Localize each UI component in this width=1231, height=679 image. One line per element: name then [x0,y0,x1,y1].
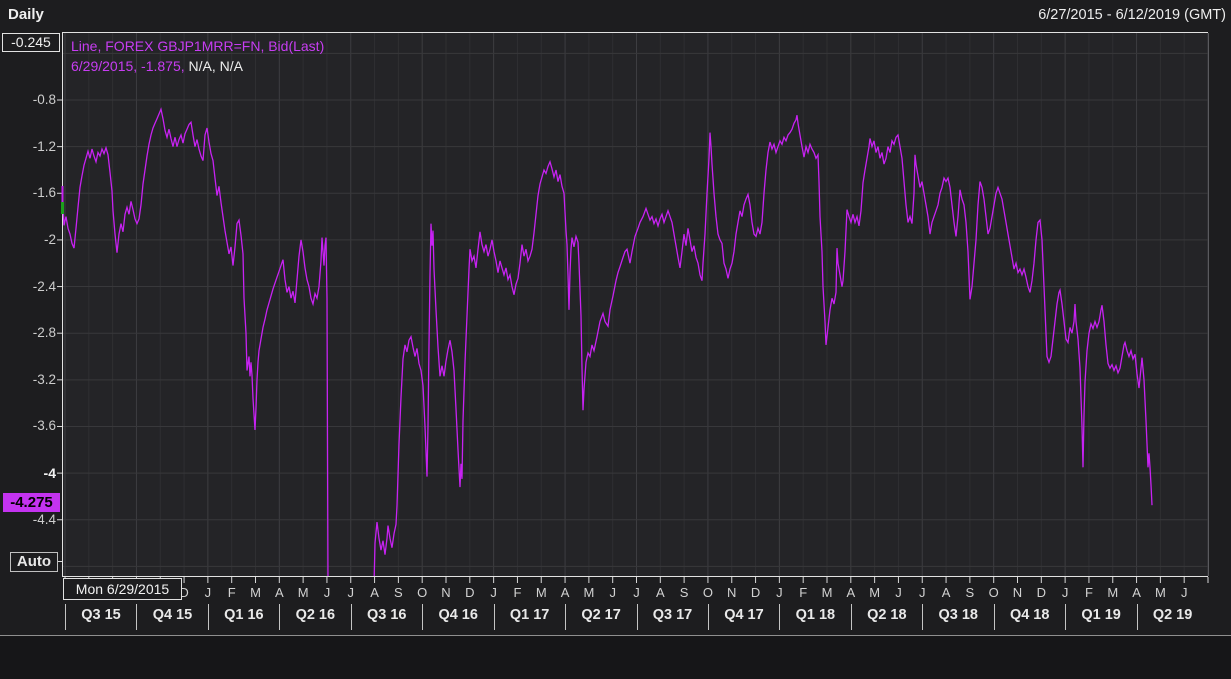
cursor-value-box: -0.245 [2,33,60,52]
legend-cursor-readout: 6/29/2015, -1.875, [71,58,185,74]
price-line [63,109,328,586]
price-line [374,115,1152,586]
cursor-line-marker [62,186,64,202]
interval-label[interactable]: Daily [8,6,44,23]
date-range-label: 6/27/2015 - 6/12/2019 (GMT) [1038,7,1226,23]
auto-scale-button[interactable]: Auto [10,552,58,572]
last-value-badge: -4.275 [3,493,60,512]
chart-window: Daily 6/27/2015 - 6/12/2019 (GMT) Line, … [0,0,1231,679]
legend-cursor-na: N/A, N/A [185,58,243,74]
price-chart-canvas[interactable] [0,0,1231,679]
legend-series-title: Line, FOREX GBJP1MRR=FN, Bid(Last) [71,38,324,54]
chart-legend: Line, FOREX GBJP1MRR=FN, Bid(Last) 6/29/… [71,36,324,76]
cursor-date-box: Mon 6/29/2015 [63,578,182,600]
cursor-position-marker [61,202,64,214]
